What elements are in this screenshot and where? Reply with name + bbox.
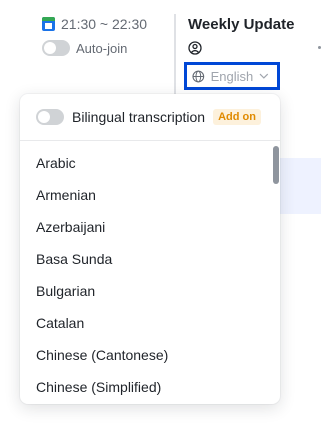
dropdown-scrollbar[interactable] (273, 146, 279, 184)
autojoin-label: Auto-join (76, 40, 128, 56)
addon-badge: Add on (213, 109, 261, 125)
language-option[interactable]: Chinese (Cantonese) (20, 339, 280, 371)
language-option[interactable]: Armenian (20, 179, 280, 211)
language-option[interactable]: Catalan (20, 307, 280, 339)
autojoin-row[interactable]: Auto-join (42, 40, 147, 56)
event-info: 21:30 ~ 22:30 Auto-join (42, 16, 147, 56)
person-icon (188, 41, 202, 55)
language-option[interactable]: Chinese (Simplified) (20, 371, 280, 403)
event-title: Weekly Update (188, 16, 295, 33)
language-option[interactable]: Bulgarian (20, 275, 280, 307)
bilingual-toggle[interactable] (36, 109, 64, 125)
language-list: Arabic Armenian Azerbaijani Basa Sunda B… (20, 141, 280, 403)
background-highlight (280, 158, 321, 214)
chevron-down-icon (259, 73, 269, 79)
language-option[interactable]: Azerbaijani (20, 211, 280, 243)
language-dropdown: Bilingual transcription Add on Arabic Ar… (20, 94, 280, 404)
calendar-icon (42, 17, 55, 31)
event-time-row: 21:30 ~ 22:30 (42, 16, 147, 32)
autojoin-toggle[interactable] (42, 40, 70, 56)
language-select-value: English (210, 68, 254, 84)
bilingual-row[interactable]: Bilingual transcription Add on (20, 94, 280, 141)
language-option[interactable]: Basa Sunda (20, 243, 280, 275)
language-select[interactable]: English (184, 62, 280, 90)
bilingual-label: Bilingual transcription (72, 109, 206, 125)
event-time: 21:30 ~ 22:30 (61, 16, 148, 32)
event-detail: Weekly Update (188, 16, 294, 60)
language-option[interactable]: Arabic (20, 147, 280, 179)
vertical-divider (174, 14, 176, 94)
globe-icon (192, 70, 205, 82)
